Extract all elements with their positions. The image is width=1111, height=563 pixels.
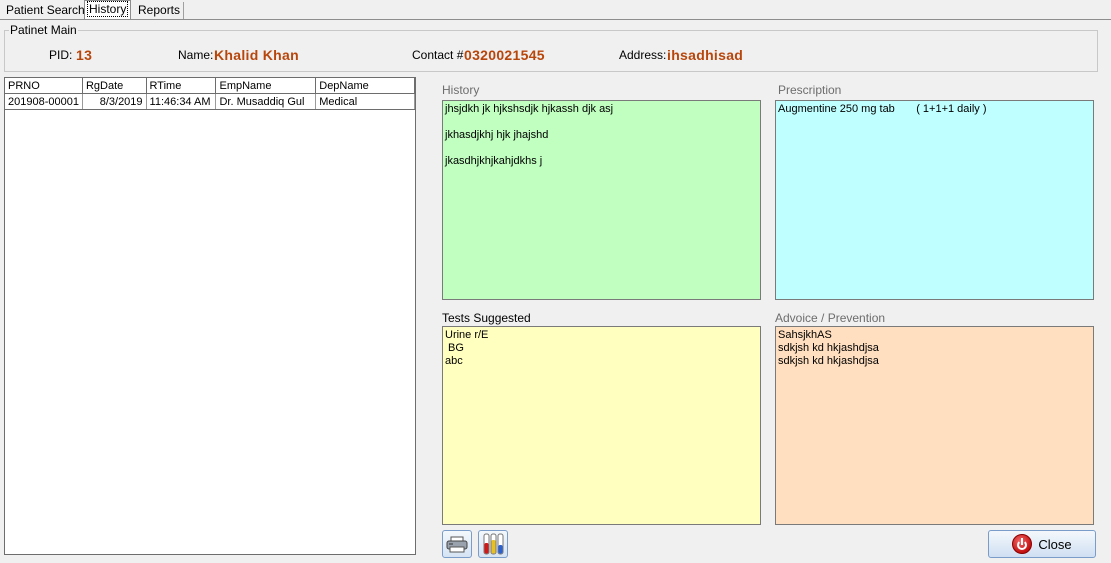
contact-label: Contact # (412, 48, 464, 62)
column-header-rgdate[interactable]: RgDate (82, 78, 147, 94)
test-tubes-icon (483, 533, 504, 555)
cell-rtime[interactable]: 11:46:34 AM (146, 93, 217, 110)
tab-reports[interactable]: Reports (135, 2, 185, 19)
column-header-rtime[interactable]: RTime (146, 78, 217, 94)
address-value: ihsadhisad (667, 47, 744, 63)
advice-prevention-textbox[interactable]: SahsjkhAS sdkjsh kd hkjashdjsa sdkjsh kd… (775, 326, 1094, 525)
patient-main-group (4, 30, 1098, 72)
tab-bar: Patient Search History Reports (0, 0, 1111, 20)
tab-patient-search[interactable]: Patient Search (3, 2, 89, 19)
name-label: Name: (178, 48, 214, 62)
close-button-label: Close (1038, 536, 1072, 552)
close-button[interactable]: Close (988, 530, 1096, 558)
tab-history-label: History (86, 1, 129, 17)
cell-rgdate[interactable]: 8/3/2019 (82, 93, 147, 110)
cell-empname[interactable]: Dr. Musaddiq Gul (215, 93, 317, 110)
tests-suggested-textbox[interactable]: Urine r/E BG abc (442, 326, 761, 525)
print-button[interactable] (442, 530, 472, 558)
lab-tests-button[interactable] (478, 530, 508, 558)
prescription-textbox[interactable]: Augmentine 250 mg tab ( 1+1+1 daily ) (775, 100, 1094, 300)
address-label: Address: (619, 48, 667, 62)
column-header-prno[interactable]: PRNO (5, 78, 83, 94)
power-icon (1012, 534, 1033, 554)
tab-divider (0, 19, 1111, 20)
name-value: Khalid Khan (214, 47, 299, 63)
advice-prevention-label: Advoice / Prevention (775, 311, 886, 325)
tests-suggested-label: Tests Suggested (442, 311, 531, 325)
pid-label: PID: (49, 48, 73, 62)
registration-grid[interactable]: PRNO RgDate RTime EmpName DepName 201908… (4, 77, 416, 555)
history-textbox[interactable]: jhsjdkh jk hjkshsdjk hjkassh djk asj jkh… (442, 100, 761, 300)
printer-icon (446, 536, 468, 553)
history-label: History (442, 83, 480, 97)
cell-prno[interactable]: 201908-00001 (5, 93, 83, 110)
prescription-label: Prescription (778, 83, 842, 97)
tab-history[interactable]: History (84, 0, 132, 20)
table-row[interactable]: 201908-00001 8/3/2019 11:46:34 AM Dr. Mu… (5, 93, 415, 110)
patient-main-title: Patinet Main (9, 23, 78, 37)
registration-table: PRNO RgDate RTime EmpName DepName 201908… (5, 78, 415, 110)
contact-value: 0320021545 (464, 47, 545, 63)
pid-value: 13 (76, 47, 93, 63)
column-header-depname[interactable]: DepName (315, 78, 415, 94)
cell-depname[interactable]: Medical (315, 93, 415, 110)
column-header-empname[interactable]: EmpName (215, 78, 317, 94)
grid-header-row: PRNO RgDate RTime EmpName DepName (5, 78, 415, 94)
